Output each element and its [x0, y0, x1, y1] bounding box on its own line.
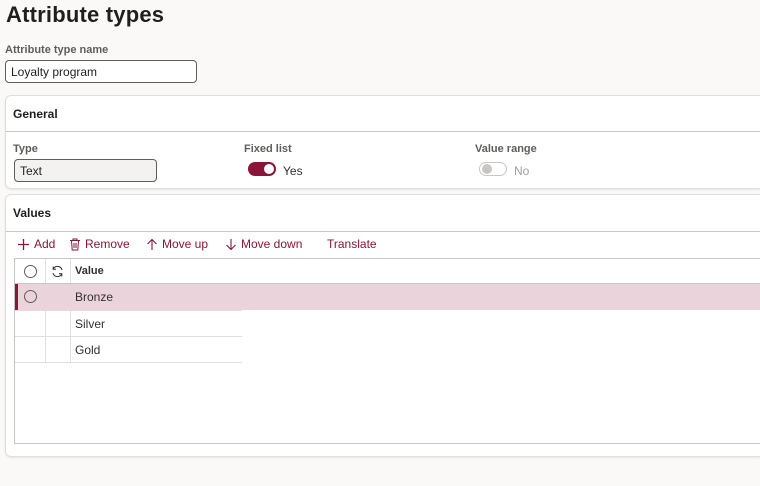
toggle-knob — [264, 164, 274, 174]
general-header: General — [13, 107, 58, 121]
value-range-toggle[interactable] — [479, 162, 507, 176]
trash-icon — [69, 238, 81, 251]
value-range-label: Value range — [475, 143, 537, 155]
translate-button[interactable]: Translate — [327, 233, 377, 255]
arrow-up-icon — [146, 238, 158, 251]
row-select-radio[interactable] — [24, 290, 37, 303]
row-value: Bronze — [75, 290, 114, 304]
remove-label: Remove — [85, 237, 130, 251]
remove-button[interactable]: Remove — [69, 233, 130, 255]
values-card: Values Add Remove Move up Move down Tran… — [5, 194, 760, 457]
translate-label: Translate — [327, 237, 377, 251]
toggle-knob — [482, 164, 492, 174]
row-value: Gold — [75, 343, 101, 357]
values-divider — [6, 231, 760, 232]
arrow-down-icon — [225, 238, 237, 251]
add-label: Add — [34, 237, 56, 251]
refresh-icon[interactable] — [51, 265, 64, 283]
general-divider — [6, 131, 760, 132]
type-label: Type — [13, 143, 38, 155]
move-down-button[interactable]: Move down — [225, 233, 302, 255]
fixed-list-toggle[interactable] — [248, 162, 276, 176]
table-row[interactable]: Gold — [15, 337, 242, 363]
type-field: Text — [14, 159, 157, 182]
fixed-list-label: Fixed list — [244, 143, 292, 155]
plus-icon — [17, 238, 30, 251]
fixed-list-state: Yes — [283, 164, 303, 178]
move-up-button[interactable]: Move up — [146, 233, 208, 255]
row-divider — [15, 362, 242, 363]
values-header: Values — [13, 206, 52, 220]
row-value: Silver — [75, 317, 106, 331]
value-range-state: No — [514, 164, 530, 178]
page-title: Attribute types — [6, 2, 165, 27]
values-grid: Value Bronze Silver Gold — [14, 258, 760, 444]
column-header-value[interactable]: Value — [75, 265, 104, 277]
attribute-type-name-input[interactable] — [5, 60, 197, 83]
grid-header-row: Value — [15, 259, 760, 284]
add-button[interactable]: Add — [17, 233, 55, 255]
select-all-radio[interactable] — [24, 265, 37, 278]
table-row[interactable]: Silver — [15, 311, 242, 337]
table-row[interactable]: Bronze — [15, 284, 760, 310]
general-card: General Type Text Fixed list Yes Value r… — [5, 95, 760, 189]
selected-row-indicator — [15, 284, 18, 310]
move-down-label: Move down — [241, 237, 303, 251]
attribute-type-name-label: Attribute type name — [5, 44, 109, 56]
move-up-label: Move up — [162, 237, 209, 251]
